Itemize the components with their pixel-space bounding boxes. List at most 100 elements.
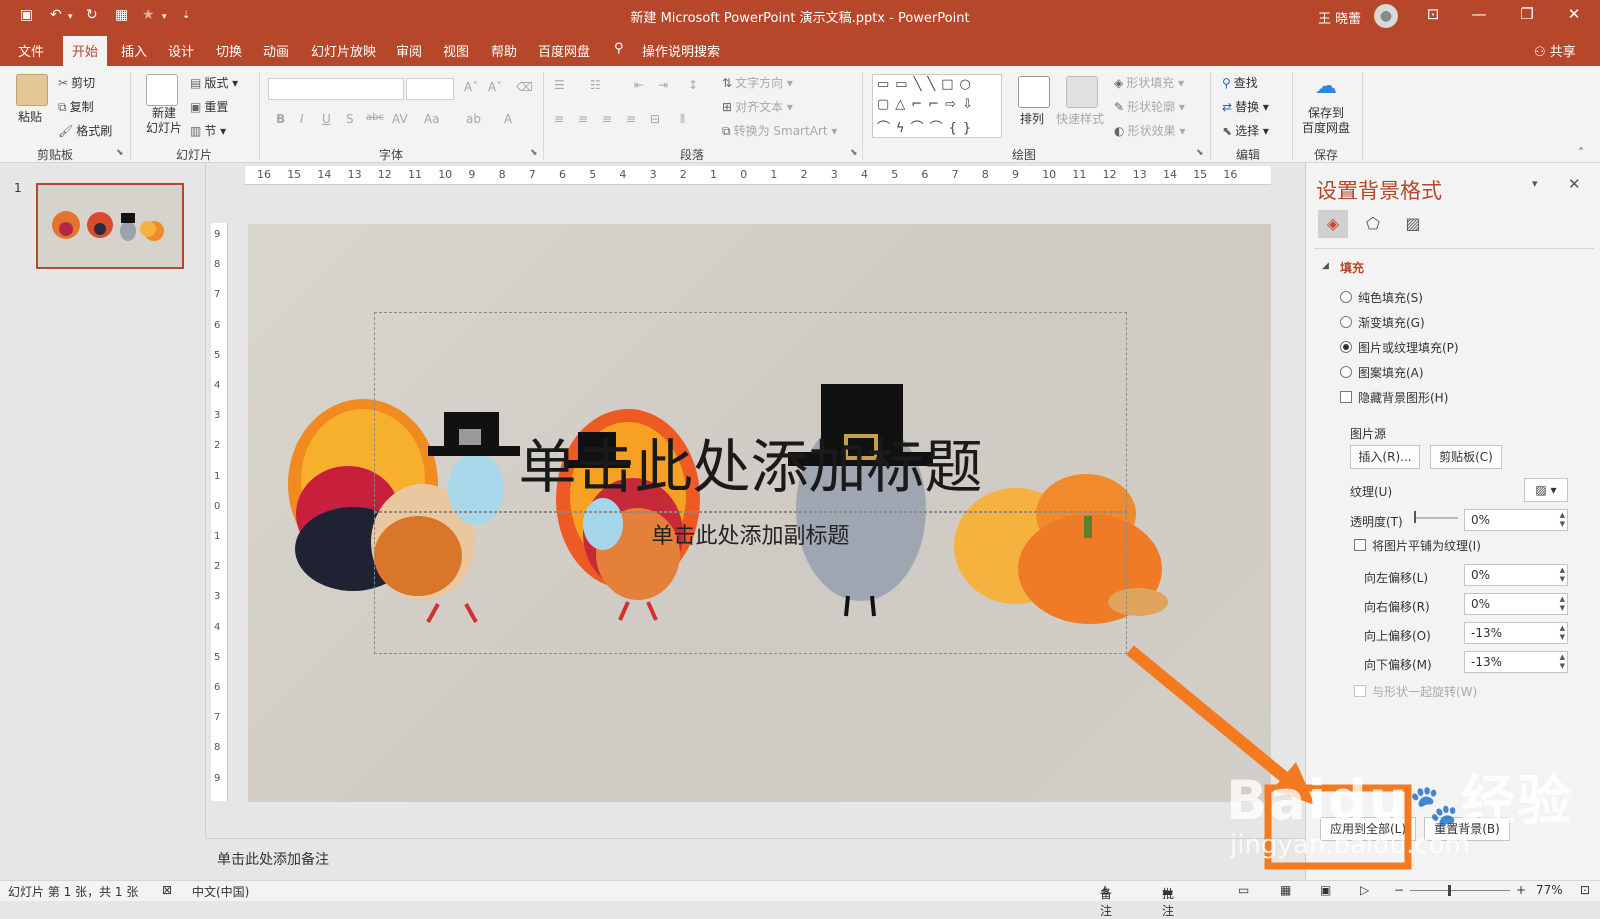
highlight-icon[interactable]: ab: [466, 112, 481, 126]
reset-button[interactable]: ▣ 重置: [190, 98, 228, 115]
bold-icon[interactable]: B: [276, 112, 285, 126]
picture-fill-radio[interactable]: [1340, 341, 1352, 353]
strikethrough-icon[interactable]: abc: [366, 112, 384, 123]
shadow-icon[interactable]: S: [346, 112, 354, 126]
decrease-indent-icon[interactable]: ⇤: [634, 78, 644, 92]
columns-icon[interactable]: ⫴: [680, 112, 685, 127]
tab-animations[interactable]: 动画: [263, 41, 289, 60]
slideshow-icon[interactable]: ▷: [1360, 883, 1369, 897]
align-left-icon[interactable]: ≡: [554, 112, 564, 126]
tab-file[interactable]: 文件: [18, 41, 44, 60]
tab-design[interactable]: 设计: [168, 41, 194, 60]
pattern-fill-radio[interactable]: [1340, 366, 1352, 378]
minimize-icon[interactable]: —: [1462, 5, 1496, 23]
replace-button[interactable]: ⇄ 替换 ▾: [1222, 98, 1269, 115]
section-button[interactable]: ▥ 节 ▾: [190, 122, 226, 139]
line-spacing-icon[interactable]: ↕: [688, 78, 698, 92]
clipboard-picture-button[interactable]: 剪贴板(C): [1430, 445, 1502, 469]
avatar[interactable]: ●: [1374, 4, 1398, 28]
baidu-cloud-icon[interactable]: ☁: [1315, 74, 1337, 99]
character-spacing-icon[interactable]: AV: [392, 112, 408, 126]
tab-baidu-netdisk[interactable]: 百度网盘: [538, 41, 590, 60]
distributed-icon[interactable]: ⊟: [650, 112, 660, 126]
gradient-fill-radio[interactable]: [1340, 316, 1352, 328]
quick-styles-icon[interactable]: [1066, 76, 1098, 108]
shapes-gallery[interactable]: ▭▭╲╲□○ ▢△⌐⌐⇨⇩ ⌒ϟ⌒⌒{}: [872, 74, 1002, 138]
fill-section-header[interactable]: 填充: [1340, 259, 1364, 276]
spinner-arrows-icon[interactable]: ▲ ▼: [1560, 595, 1565, 613]
pane-options-icon[interactable]: ▾: [1532, 177, 1538, 190]
collapse-ribbon-icon[interactable]: ˄: [1578, 146, 1584, 160]
justify-icon[interactable]: ≡: [626, 112, 636, 126]
effects-tab-icon[interactable]: ⬠: [1358, 210, 1388, 238]
notes-placeholder[interactable]: 单击此处添加备注: [217, 849, 329, 869]
new-slide-button[interactable]: 新建 幻灯片: [146, 106, 182, 136]
insert-picture-button[interactable]: 插入(R)...: [1350, 445, 1420, 469]
solid-fill-label[interactable]: 纯色填充(S): [1358, 289, 1423, 306]
close-window-icon[interactable]: ✕: [1557, 5, 1591, 23]
normal-view-icon[interactable]: ▭: [1238, 883, 1249, 897]
collapse-fill-icon[interactable]: ◢: [1322, 261, 1329, 271]
numbering-icon[interactable]: ☷: [590, 78, 601, 92]
align-text-button[interactable]: ⊞ 对齐文本 ▾: [722, 98, 793, 115]
paste-icon[interactable]: [16, 74, 48, 106]
drawing-launcher-icon[interactable]: ⬊: [1196, 148, 1204, 158]
shapes-row-3-icon[interactable]: ⌒ϟ⌒⌒{}: [877, 117, 977, 136]
italic-icon[interactable]: I: [300, 112, 304, 126]
underline-icon[interactable]: U: [322, 112, 331, 126]
hide-background-checkbox[interactable]: [1340, 391, 1352, 403]
zoom-in-icon[interactable]: +: [1516, 883, 1526, 897]
quick-styles-button[interactable]: 快速样式: [1056, 110, 1104, 127]
change-case-icon[interactable]: Aa: [424, 112, 440, 126]
save-to-baidu-button[interactable]: 保存到 百度网盘: [1302, 106, 1350, 136]
hide-background-label[interactable]: 隐藏背景图形(H): [1358, 389, 1448, 406]
paste-button[interactable]: 粘贴: [18, 108, 42, 125]
convert-smartart-button[interactable]: ⧉ 转换为 SmartArt ▾: [722, 122, 837, 139]
clipboard-launcher-icon[interactable]: ⬊: [116, 148, 124, 158]
increase-indent-icon[interactable]: ⇥: [658, 78, 668, 92]
language-status[interactable]: 中文(中国): [192, 883, 249, 900]
slide-sorter-icon[interactable]: ▦: [1280, 883, 1291, 897]
tab-transitions[interactable]: 切换: [216, 41, 242, 60]
close-pane-icon[interactable]: ✕: [1568, 175, 1581, 193]
tab-home[interactable]: 开始: [63, 36, 108, 69]
format-painter-button[interactable]: 🖌 格式刷: [58, 122, 112, 139]
grow-font-icon[interactable]: A˄: [464, 80, 478, 94]
slide-canvas[interactable]: 单击此处添加标题 单击此处添加副标题: [248, 224, 1271, 802]
user-name[interactable]: 王 晓蕾: [1318, 8, 1361, 27]
align-right-icon[interactable]: ≡: [602, 112, 612, 126]
spinner-arrows-icon[interactable]: ▲ ▼: [1560, 511, 1565, 529]
reading-view-icon[interactable]: ▣: [1320, 883, 1331, 897]
transparency-slider-track[interactable]: [1414, 517, 1458, 519]
layout-button[interactable]: ▤ 版式 ▾: [190, 74, 238, 91]
slide-thumbnail[interactable]: [36, 183, 184, 269]
shape-outline-button[interactable]: ✎ 形状轮廓 ▾: [1114, 98, 1185, 115]
bullets-icon[interactable]: ☰: [554, 78, 565, 92]
zoom-level[interactable]: 77%: [1536, 883, 1563, 897]
cut-button[interactable]: ✂ 剪切: [58, 74, 95, 91]
copy-button[interactable]: ⧉ 复制: [58, 98, 94, 115]
slide-title-text[interactable]: 单击此处添加标题: [374, 432, 1127, 502]
shapes-row-2-icon[interactable]: ▢△⌐⌐⇨⇩: [877, 97, 979, 112]
spellcheck-icon[interactable]: ⊠: [162, 883, 172, 897]
spinner-arrows-icon[interactable]: ▲ ▼: [1560, 624, 1565, 642]
clear-formatting-icon[interactable]: ⌫: [516, 80, 533, 94]
align-center-icon[interactable]: ≡: [578, 112, 588, 126]
tab-slideshow[interactable]: 幻灯片放映: [311, 41, 376, 60]
offset-right-input[interactable]: 0% ▲ ▼: [1464, 593, 1568, 615]
picture-fill-label[interactable]: 图片或纹理填充(P): [1358, 339, 1459, 356]
arrange-button[interactable]: 排列: [1020, 110, 1044, 127]
spinner-arrows-icon[interactable]: ▲ ▼: [1560, 653, 1565, 671]
font-family-combo[interactable]: [268, 78, 404, 100]
tell-me-search[interactable]: 操作说明搜索: [642, 41, 720, 60]
tab-review[interactable]: 审阅: [396, 41, 422, 60]
arrange-icon[interactable]: [1018, 76, 1050, 108]
texture-picker[interactable]: ▨ ▾: [1524, 478, 1568, 502]
shape-effects-button[interactable]: ◐ 形状效果 ▾: [1114, 122, 1185, 139]
gradient-fill-label[interactable]: 渐变填充(G): [1358, 314, 1425, 331]
transparency-input[interactable]: 0% ▲ ▼: [1464, 509, 1568, 531]
tab-view[interactable]: 视图: [443, 41, 469, 60]
font-size-combo[interactable]: [406, 78, 454, 100]
pattern-fill-label[interactable]: 图案填充(A): [1358, 364, 1424, 381]
tile-label[interactable]: 将图片平铺为纹理(I): [1372, 537, 1481, 554]
